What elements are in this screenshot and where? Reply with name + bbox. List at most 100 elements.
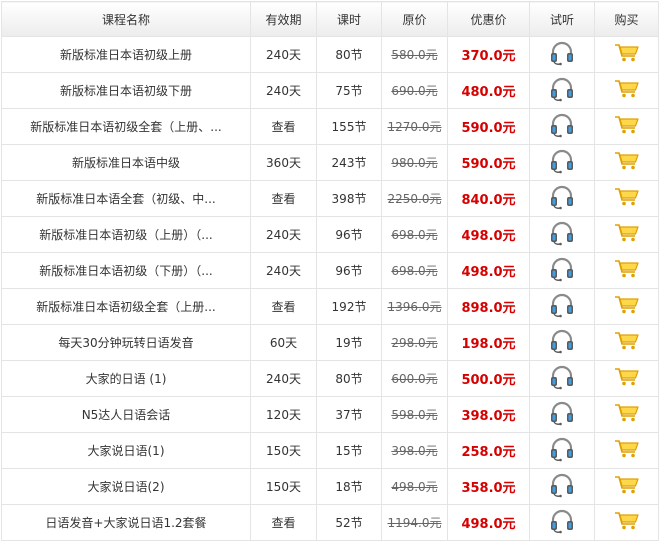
hours-cell: 96节 (316, 252, 382, 289)
validity-cell: 查看 (250, 288, 317, 325)
shopping-cart-icon[interactable] (614, 367, 640, 390)
hours-cell: 18节 (316, 468, 382, 505)
shopping-cart-icon[interactable] (614, 295, 640, 318)
original-price: 1396.0元 (387, 300, 442, 314)
original-price: 1194.0元 (387, 516, 442, 530)
sale-price-cell: 498.0元 (447, 504, 530, 541)
buy-cell (594, 432, 659, 469)
sale-price: 898.0元 (461, 301, 516, 316)
hours-cell: 80节 (316, 36, 382, 73)
shopping-cart-icon[interactable] (614, 511, 640, 534)
validity-cell: 240天 (250, 72, 317, 109)
buy-cell (594, 468, 659, 505)
hours-cell: 243节 (316, 144, 382, 181)
sale-price: 840.0元 (461, 193, 516, 208)
course-name-link[interactable]: 大家说日语(2) (1, 468, 251, 505)
course-name-link[interactable]: 新版标准日本语初级（下册）（... (1, 252, 251, 289)
sale-price-cell: 898.0元 (447, 288, 530, 325)
trial-cell (529, 108, 595, 145)
original-price: 600.0元 (391, 372, 438, 386)
headphones-icon[interactable] (548, 256, 576, 285)
buy-cell (594, 216, 659, 253)
table-row: 新版标准日本语初级（上册）（... 240天 96节 698.0元 498.0元 (1, 216, 659, 253)
headphones-icon[interactable] (548, 436, 576, 465)
sale-price-cell: 480.0元 (447, 72, 530, 109)
shopping-cart-icon[interactable] (614, 403, 640, 426)
sale-price-cell: 398.0元 (447, 396, 530, 433)
shopping-cart-icon[interactable] (614, 151, 640, 174)
shopping-cart-icon[interactable] (614, 223, 640, 246)
header-buy: 购买 (594, 1, 659, 37)
headphones-icon[interactable] (548, 508, 576, 537)
header-validity: 有效期 (250, 1, 317, 37)
trial-cell (529, 216, 595, 253)
course-name-link[interactable]: 新版标准日本语全套（初级、中... (1, 180, 251, 217)
original-price: 690.0元 (391, 84, 438, 98)
original-price-cell: 1270.0元 (381, 108, 448, 145)
headphones-icon[interactable] (548, 76, 576, 105)
original-price: 698.0元 (391, 264, 438, 278)
headphones-icon[interactable] (548, 148, 576, 177)
headphones-icon[interactable] (548, 184, 576, 213)
sale-price-cell: 198.0元 (447, 324, 530, 361)
course-name-link[interactable]: 新版标准日本语初级下册 (1, 72, 251, 109)
headphones-icon[interactable] (548, 40, 576, 69)
course-name-link[interactable]: 每天30分钟玩转日语发音 (1, 324, 251, 361)
course-name-link[interactable]: 大家的日语 (1) (1, 360, 251, 397)
original-price-cell: 498.0元 (381, 468, 448, 505)
hours-cell: 192节 (316, 288, 382, 325)
course-name-link[interactable]: 大家说日语(1) (1, 432, 251, 469)
course-name-link[interactable]: 日语发音+大家说日语1.2套餐 (1, 504, 251, 541)
headphones-icon[interactable] (548, 292, 576, 321)
headphones-icon[interactable] (548, 472, 576, 501)
shopping-cart-icon[interactable] (614, 475, 640, 498)
course-name-link[interactable]: 新版标准日本语中级 (1, 144, 251, 181)
trial-cell (529, 360, 595, 397)
trial-cell (529, 396, 595, 433)
header-sale-price: 优惠价 (447, 1, 530, 37)
original-price: 580.0元 (391, 48, 438, 62)
course-name-link[interactable]: 新版标准日本语初级（上册）（... (1, 216, 251, 253)
shopping-cart-icon[interactable] (614, 79, 640, 102)
original-price: 498.0元 (391, 480, 438, 494)
trial-cell (529, 252, 595, 289)
buy-cell (594, 504, 659, 541)
table-row: 大家说日语(2) 150天 18节 498.0元 358.0元 (1, 468, 659, 505)
course-name-link[interactable]: 新版标准日本语初级全套（上册、... (1, 108, 251, 145)
trial-cell (529, 180, 595, 217)
sale-price-cell: 840.0元 (447, 180, 530, 217)
shopping-cart-icon[interactable] (614, 43, 640, 66)
shopping-cart-icon[interactable] (614, 115, 640, 138)
buy-cell (594, 72, 659, 109)
headphones-icon[interactable] (548, 220, 576, 249)
original-price-cell: 1396.0元 (381, 288, 448, 325)
sale-price-cell: 258.0元 (447, 432, 530, 469)
headphones-icon[interactable] (548, 400, 576, 429)
validity-cell: 查看 (250, 504, 317, 541)
header-hours: 课时 (316, 1, 382, 37)
shopping-cart-icon[interactable] (614, 187, 640, 210)
headphones-icon[interactable] (548, 364, 576, 393)
trial-cell (529, 504, 595, 541)
sale-price-cell: 370.0元 (447, 36, 530, 73)
course-name-link[interactable]: 新版标准日本语初级上册 (1, 36, 251, 73)
original-price-cell: 980.0元 (381, 144, 448, 181)
headphones-icon[interactable] (548, 112, 576, 141)
headphones-icon[interactable] (548, 328, 576, 357)
sale-price: 370.0元 (461, 49, 516, 64)
table-row: 日语发音+大家说日语1.2套餐 查看 52节 1194.0元 498.0元 (1, 504, 659, 541)
sale-price: 498.0元 (461, 229, 516, 244)
original-price: 2250.0元 (387, 192, 442, 206)
validity-cell: 120天 (250, 396, 317, 433)
buy-cell (594, 252, 659, 289)
course-table: 课程名称 有效期 课时 原价 优惠价 试听 购买 新版标准日本语初级上册 240… (1, 1, 659, 541)
original-price-cell: 580.0元 (381, 36, 448, 73)
sale-price: 590.0元 (461, 121, 516, 136)
course-name-link[interactable]: 新版标准日本语初级全套（上册... (1, 288, 251, 325)
shopping-cart-icon[interactable] (614, 331, 640, 354)
course-name-link[interactable]: N5达人日语会话 (1, 396, 251, 433)
original-price-cell: 600.0元 (381, 360, 448, 397)
table-row: N5达人日语会话 120天 37节 598.0元 398.0元 (1, 396, 659, 433)
shopping-cart-icon[interactable] (614, 439, 640, 462)
shopping-cart-icon[interactable] (614, 259, 640, 282)
